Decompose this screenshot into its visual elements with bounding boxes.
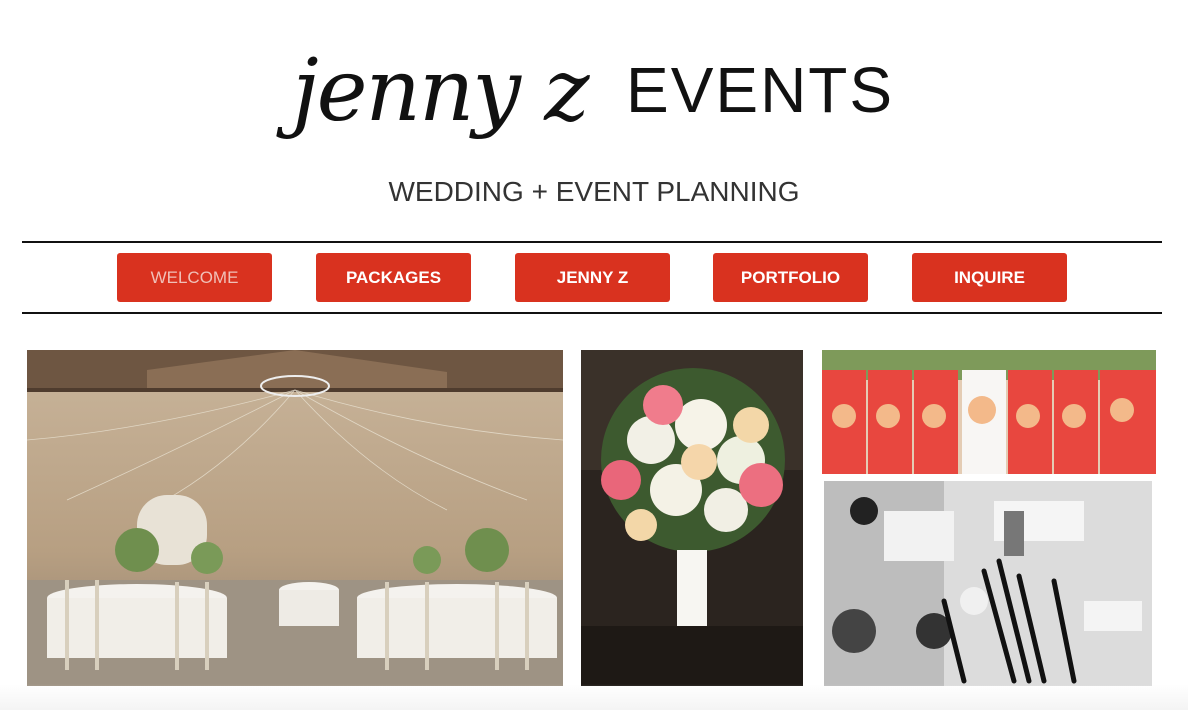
bridal-bouquet-photo[interactable] [581,350,803,686]
barn-reception-photo[interactable] [27,350,563,686]
nav-jenny-z-button[interactable]: JENNY Z [515,253,670,302]
page-bottom-fade [0,684,1188,710]
logo-script-name: jenny z [292,41,590,141]
nav-packages-button[interactable]: PACKAGES [316,253,471,302]
nav-inquire-button[interactable]: INQUIRE [912,253,1067,302]
nav-divider-bottom [22,312,1162,314]
nav-portfolio-button[interactable]: PORTFOLIO [713,253,868,302]
site-tagline: WEDDING + EVENT PLANNING [388,176,800,207]
main-nav: WELCOME PACKAGES JENNY Z PORTFOLIO INQUI… [0,253,1188,303]
nav-divider-top [22,241,1162,243]
logo-events-word: EVENTS [626,54,895,126]
makeup-products-photo[interactable] [824,481,1152,686]
bridesmaids-photo[interactable] [822,350,1156,474]
photo-gallery [0,350,1188,686]
site-logo[interactable]: jenny z EVENTS [0,40,1188,180]
nav-welcome-button[interactable]: WELCOME [117,253,272,302]
